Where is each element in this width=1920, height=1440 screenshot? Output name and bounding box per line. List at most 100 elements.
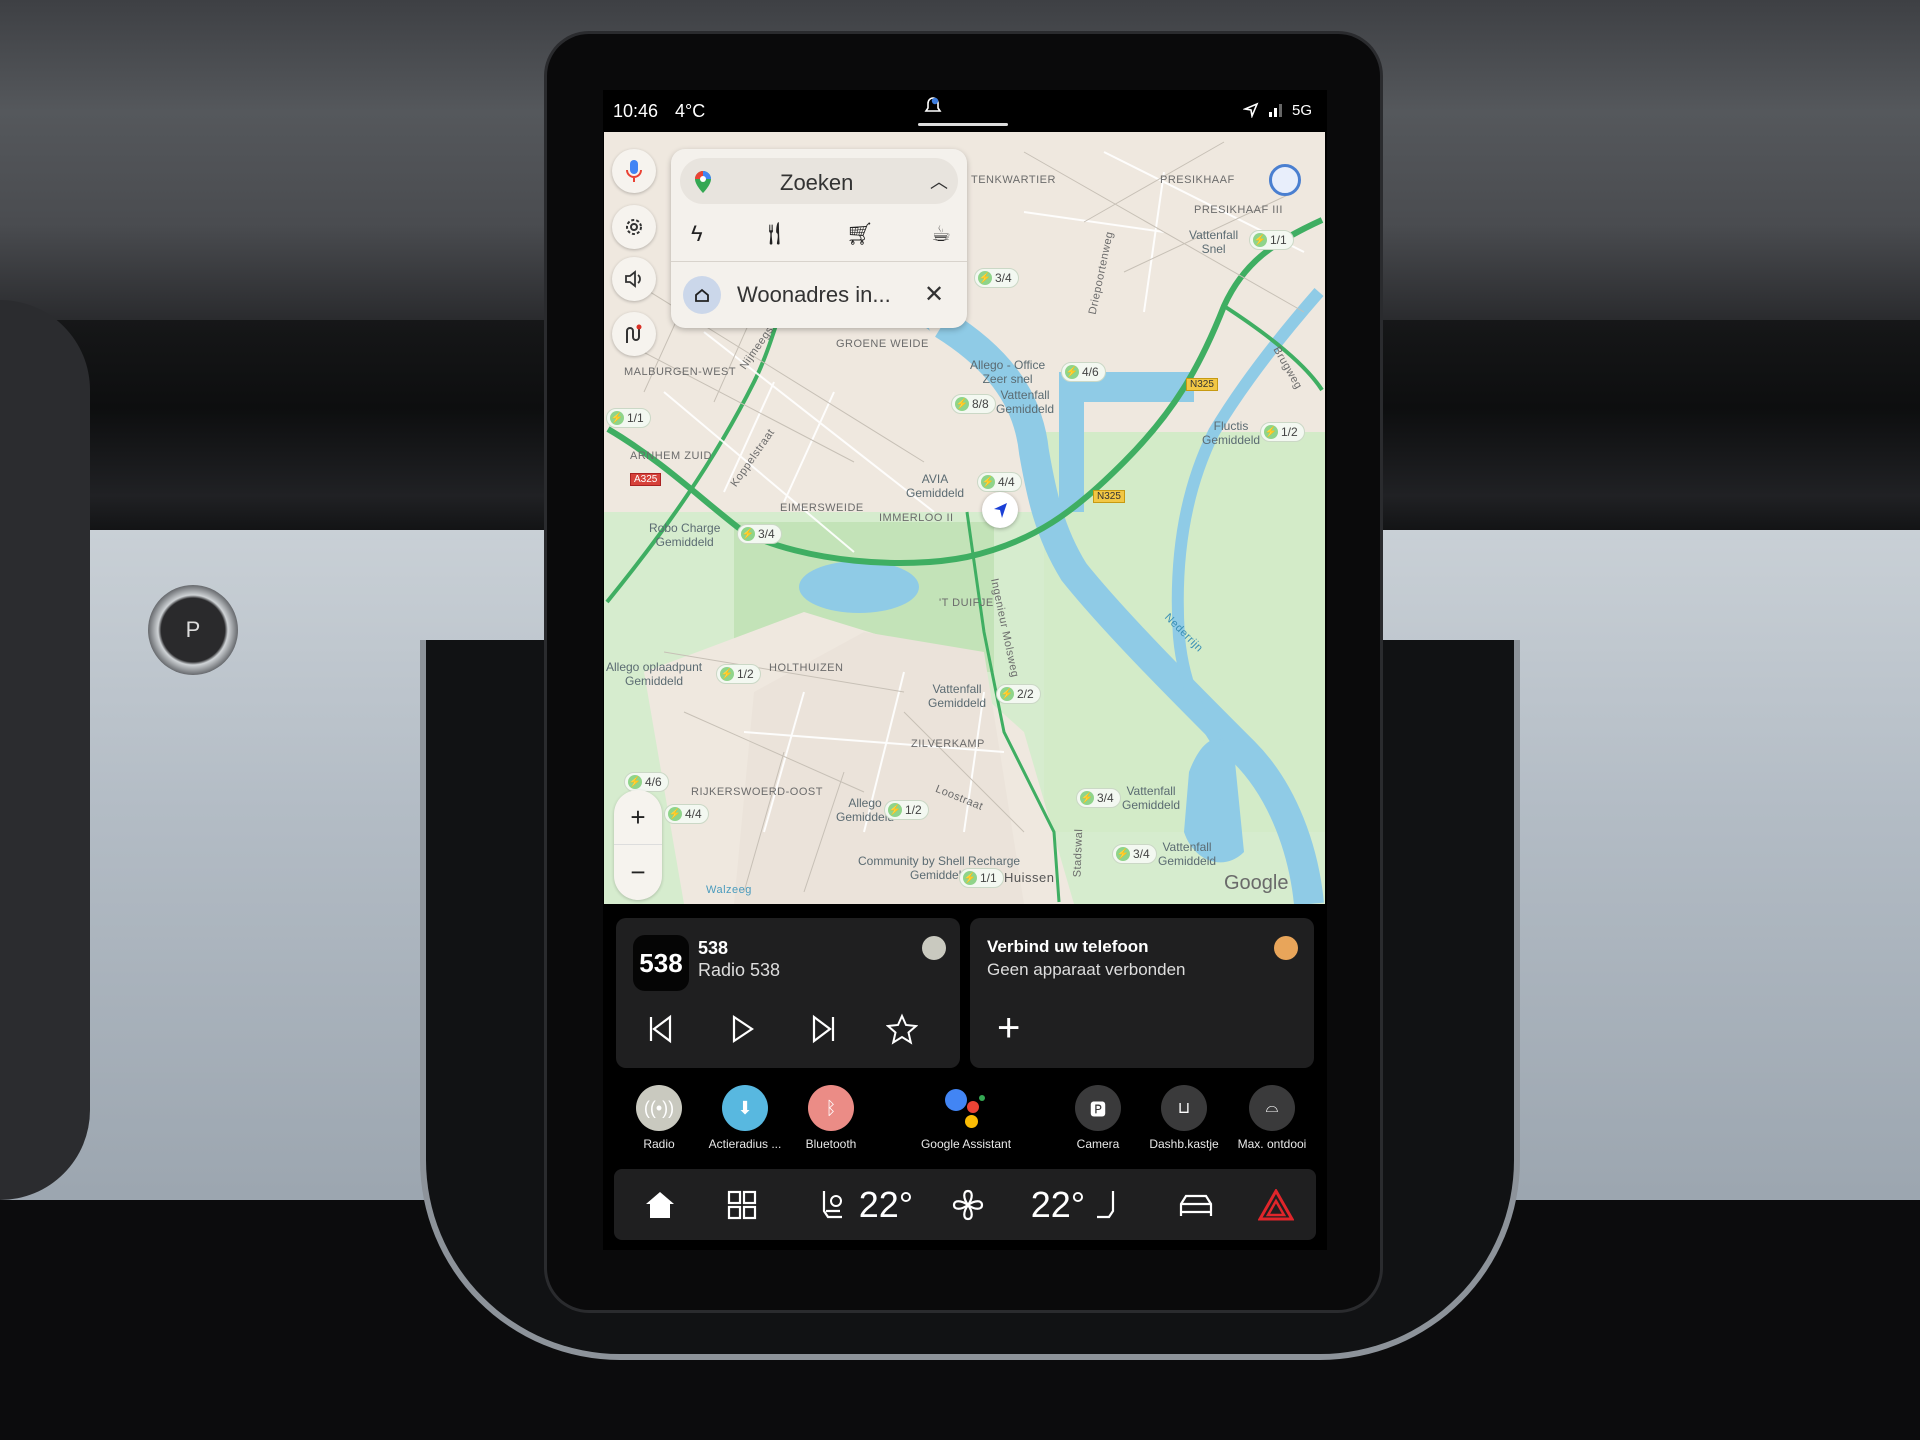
voice-search-button[interactable] bbox=[612, 149, 656, 193]
charging-icon[interactable]: ϟ bbox=[691, 221, 703, 247]
charger-pin[interactable]: ⚡ 3/4 bbox=[1076, 788, 1121, 808]
charger-poi[interactable]: Fluctis Gemiddeld bbox=[1202, 419, 1260, 447]
charger-pin[interactable]: ⚡ 3/4 bbox=[974, 268, 1019, 288]
charger-pin[interactable]: ⚡ 8/8 bbox=[951, 394, 996, 414]
charger-poi[interactable]: Robo Charge Gemiddeld bbox=[649, 521, 720, 549]
map-settings-button[interactable] bbox=[612, 205, 656, 249]
network-type: 5G bbox=[1292, 102, 1313, 119]
charger-pin[interactable]: ⚡ 4/4 bbox=[664, 804, 709, 824]
charger-pin[interactable]: ⚡ 1/2 bbox=[884, 800, 929, 820]
media-card[interactable]: 538 538 Radio 538 bbox=[616, 918, 960, 1068]
app-glovebox[interactable]: ⊔ Dashb.kastje bbox=[1134, 1085, 1234, 1151]
route-options-button[interactable] bbox=[612, 312, 656, 356]
charger-pin[interactable]: ⚡ 3/4 bbox=[1112, 844, 1157, 864]
phone-card[interactable]: Verbind uw telefoon Geen apparaat verbon… bbox=[970, 918, 1314, 1068]
recent-destination-label: Woonadres in... bbox=[737, 282, 891, 307]
close-icon[interactable]: ✕ bbox=[924, 280, 944, 309]
map-area-label: EIMERSWEIDE bbox=[780, 502, 864, 514]
microphone-icon bbox=[626, 160, 642, 182]
home-button[interactable] bbox=[640, 1169, 680, 1240]
driver-seat-heat-button[interactable] bbox=[812, 1169, 852, 1240]
volume-button[interactable] bbox=[612, 257, 656, 301]
chevron-up-icon[interactable]: ︿ bbox=[930, 168, 948, 194]
charger-pin[interactable]: ⚡ 2/2 bbox=[996, 684, 1041, 704]
charger-poi[interactable]: Vattenfall Snel bbox=[1189, 228, 1238, 256]
station-name: 538 bbox=[698, 938, 729, 958]
app-max-defrost[interactable]: ⌓ Max. ontdooi bbox=[1222, 1085, 1322, 1151]
car-settings-button[interactable] bbox=[1174, 1169, 1218, 1240]
charging-icon: ⚡ bbox=[963, 871, 977, 885]
app-radio[interactable]: ((•)) Radio bbox=[609, 1085, 709, 1151]
phone-card-title: Verbind uw telefoon bbox=[987, 937, 1149, 956]
road-shield: N325 bbox=[1186, 378, 1218, 391]
climate-bar: 22° 22° bbox=[614, 1169, 1316, 1240]
charger-pin[interactable]: ⚡ 4/6 bbox=[1061, 362, 1106, 382]
charging-icon: ⚡ bbox=[668, 807, 682, 821]
charger-pin[interactable]: ⚡ 4/6 bbox=[624, 772, 669, 792]
zoom-control: + − bbox=[614, 790, 662, 900]
charger-poi[interactable]: Vattenfall Gemiddeld bbox=[1158, 840, 1216, 868]
zoom-out-button[interactable]: − bbox=[614, 845, 662, 900]
charger-poi[interactable]: AVIA Gemiddeld bbox=[906, 472, 964, 500]
charger-pin[interactable]: ⚡ 1/1 bbox=[1249, 230, 1294, 250]
route-icon bbox=[626, 324, 642, 343]
fan-button[interactable] bbox=[948, 1169, 988, 1240]
search-label: Zoeken bbox=[780, 170, 854, 195]
search-field[interactable]: Zoeken ︿ bbox=[680, 158, 958, 204]
charger-pin[interactable]: ⚡ 1/2 bbox=[716, 664, 761, 684]
charging-icon: ⚡ bbox=[1264, 425, 1278, 439]
map-area-label: MALBURGEN-WEST bbox=[624, 366, 737, 378]
driver-temperature[interactable]: 22° bbox=[852, 1169, 920, 1240]
charger-poi[interactable]: Allego oplaadpunt Gemiddeld bbox=[606, 660, 702, 688]
seat-heating-icon bbox=[822, 1190, 842, 1218]
passenger-seat-button[interactable] bbox=[1092, 1169, 1122, 1240]
map-view[interactable]: GROENE WEIDE MALBURGEN-WEST ARNHEM ZUID … bbox=[604, 132, 1325, 904]
app-camera[interactable]: 🅿︎ Camera bbox=[1048, 1085, 1148, 1151]
app-range[interactable]: ⬇︎ Actieradius ... bbox=[695, 1085, 795, 1151]
restaurant-icon[interactable]: 🍴︎ bbox=[760, 221, 788, 247]
profile-avatar-icon[interactable] bbox=[1269, 164, 1301, 196]
map-area-label: PRESIKHAAF bbox=[1160, 174, 1235, 186]
map-area-label: Walzeeg bbox=[706, 884, 752, 896]
previous-track-button[interactable] bbox=[646, 1014, 674, 1044]
notification-icon[interactable] bbox=[913, 96, 953, 120]
signal-icon bbox=[1267, 102, 1283, 123]
charger-pin[interactable]: ⚡ 4/4 bbox=[977, 472, 1022, 492]
hazard-icon bbox=[1258, 1188, 1294, 1220]
charging-icon: ⚡ bbox=[955, 397, 969, 411]
app-label: Radio bbox=[643, 1137, 675, 1151]
notification-handle[interactable] bbox=[918, 123, 1008, 126]
next-track-button[interactable] bbox=[810, 1014, 838, 1044]
charging-icon: ⚡ bbox=[1080, 791, 1094, 805]
play-button[interactable] bbox=[728, 1014, 756, 1044]
gear-icon bbox=[626, 219, 642, 235]
charger-poi[interactable]: Allego - Office Zeer snel bbox=[970, 358, 1045, 386]
map-lake bbox=[799, 561, 919, 613]
gear-label: P bbox=[185, 617, 201, 642]
favorite-star-button[interactable] bbox=[886, 1013, 918, 1045]
charger-pin[interactable]: ⚡ 1/1 bbox=[959, 868, 1004, 888]
recent-destination[interactable]: Woonadres in... ✕ bbox=[671, 262, 967, 328]
charger-pin[interactable]: ⚡ 1/1 bbox=[606, 408, 651, 428]
app-google-assistant[interactable]: Google Assistant bbox=[906, 1085, 1026, 1151]
zoom-in-button[interactable]: + bbox=[614, 790, 662, 845]
app-label: Max. ontdooi bbox=[1237, 1137, 1307, 1151]
hazard-lights-button[interactable] bbox=[1254, 1169, 1298, 1240]
map-area-label: IMMERLOO II bbox=[879, 512, 954, 524]
charger-pin[interactable]: ⚡ 1/2 bbox=[1260, 422, 1305, 442]
clock: 10:46 bbox=[613, 101, 659, 121]
charger-pin[interactable]: ⚡ 3/4 bbox=[737, 524, 782, 544]
coffee-icon[interactable]: ☕︎ bbox=[931, 221, 951, 247]
charger-poi[interactable]: Vattenfall Gemiddeld bbox=[996, 388, 1054, 416]
charger-poi[interactable]: Vattenfall Gemiddeld bbox=[928, 682, 986, 710]
passenger-temperature[interactable]: 22° bbox=[1024, 1169, 1092, 1240]
shopping-cart-icon[interactable]: 🛒︎ bbox=[846, 221, 874, 247]
app-bluetooth[interactable]: ᛒ Bluetooth bbox=[781, 1085, 881, 1151]
charger-poi[interactable]: Vattenfall Gemiddeld bbox=[1122, 784, 1180, 812]
app-label: Actieradius ... bbox=[708, 1137, 782, 1151]
add-device-button[interactable]: + bbox=[997, 1006, 1020, 1051]
gear-selector[interactable]: P bbox=[148, 585, 238, 675]
map-area-label: RIJKERSWOERD-OOST bbox=[691, 786, 823, 798]
app-grid-button[interactable] bbox=[722, 1169, 762, 1240]
phone-icon bbox=[1274, 936, 1298, 960]
